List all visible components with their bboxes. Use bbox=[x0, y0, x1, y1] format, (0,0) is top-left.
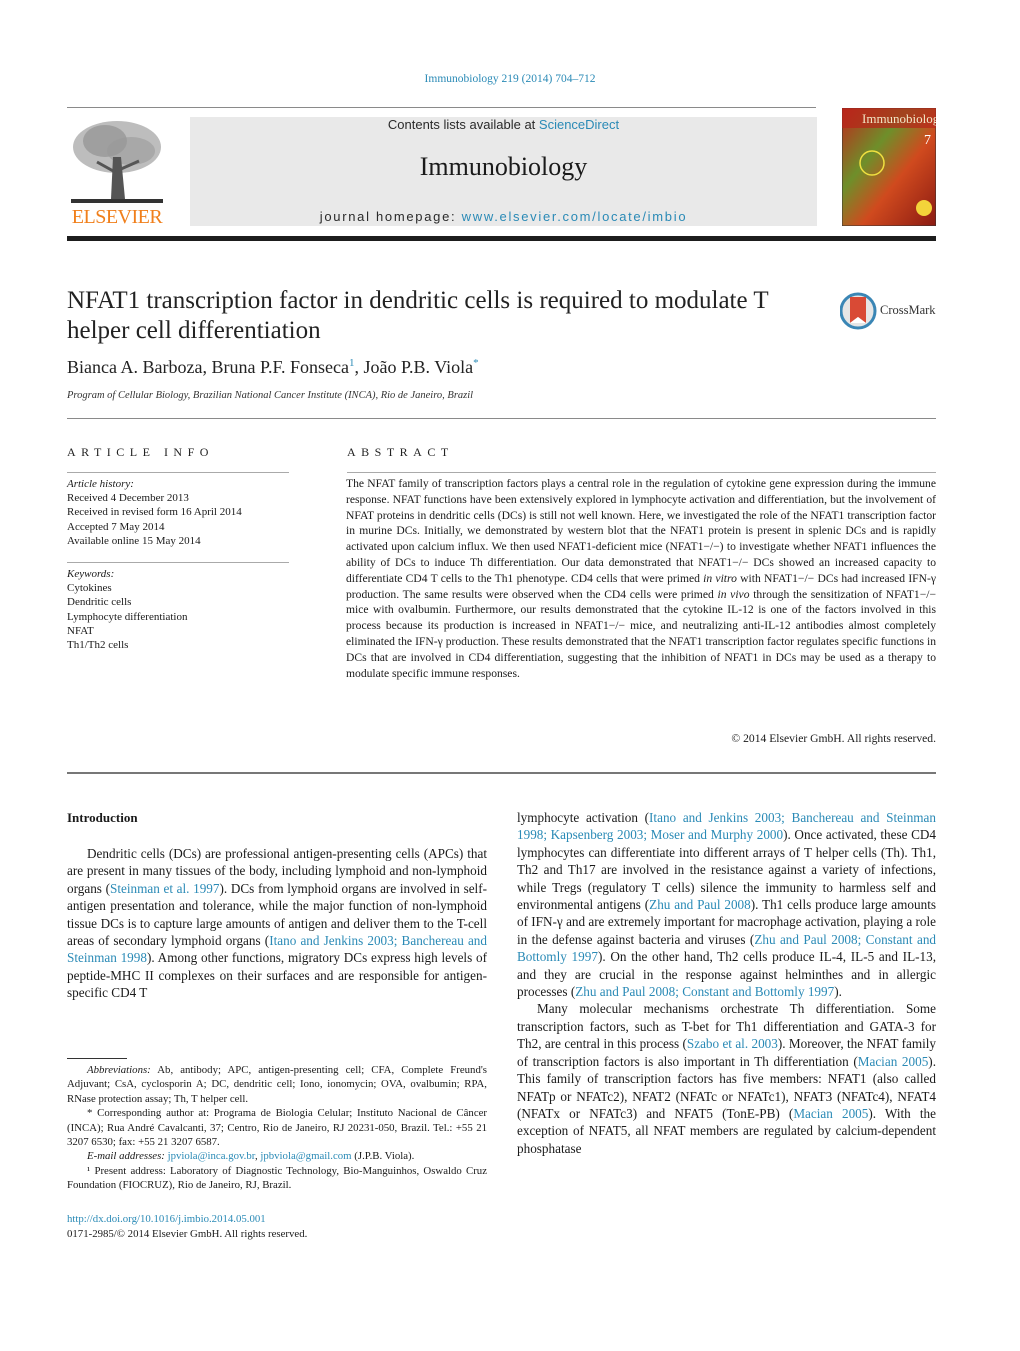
present-address-footnote: ¹ Present address: Laboratory of Diagnos… bbox=[67, 1164, 487, 1192]
footnote-rule bbox=[67, 1058, 127, 1059]
doi-block: http://dx.doi.org/10.1016/j.imbio.2014.0… bbox=[67, 1212, 307, 1241]
affiliation: Program of Cellular Biology, Brazilian N… bbox=[67, 390, 474, 401]
contents-line: Contents lists available at ScienceDirec… bbox=[190, 117, 817, 132]
article-title: NFAT1 transcription factor in dendritic … bbox=[67, 287, 769, 344]
paragraph: lymphocyte activation (Itano and Jenkins… bbox=[517, 809, 936, 1000]
abbreviations-footnote: Abbreviations: Ab, antibody; APC, antige… bbox=[67, 1063, 487, 1106]
homepage-link[interactable]: www.elsevier.com/locate/imbio bbox=[462, 209, 688, 224]
text-run: lymphocyte activation ( bbox=[517, 810, 650, 825]
author-footnote-mark[interactable]: 1 bbox=[349, 357, 355, 369]
contents-prefix: Contents lists available at bbox=[387, 117, 539, 132]
keyword: NFAT bbox=[67, 624, 94, 637]
article-history: Article history: Received 4 December 201… bbox=[67, 477, 242, 548]
doi-link[interactable]: http://dx.doi.org/10.1016/j.imbio.2014.0… bbox=[67, 1212, 307, 1227]
history-item: Received in revised form 16 April 2014 bbox=[67, 506, 242, 519]
author-list: Bianca A. Barboza, Bruna P.F. Fonseca1, … bbox=[67, 357, 479, 377]
journal-reference-link[interactable]: Immunobiology 219 (2014) 704–712 bbox=[0, 73, 1020, 85]
journal-header-box: Contents lists available at ScienceDirec… bbox=[190, 117, 817, 226]
footnotes: Abbreviations: Ab, antibody; APC, antige… bbox=[67, 1063, 487, 1193]
abstract-segment: The NFAT family of transcription factors… bbox=[346, 477, 936, 585]
cover-title: Immunobiology bbox=[862, 111, 936, 126]
email-owner: (J.P.B. Viola). bbox=[351, 1150, 415, 1163]
citation-link[interactable]: Steinman et al. 1997 bbox=[110, 881, 220, 896]
history-item: Available online 15 May 2014 bbox=[67, 534, 201, 547]
abstract-segment: through the sensitization of NFAT1−/− mi… bbox=[346, 587, 937, 680]
author-name[interactable]: Bianca A. Barboza bbox=[67, 357, 202, 377]
header-thick-rule bbox=[67, 236, 936, 241]
history-item: Accepted 7 May 2014 bbox=[67, 520, 165, 533]
homepage-prefix: journal homepage: bbox=[319, 209, 462, 224]
abstract-heading: ABSTRACT bbox=[347, 445, 454, 459]
email-link[interactable]: jpviola@inca.gov.br bbox=[168, 1150, 255, 1162]
section-heading-introduction: Introduction bbox=[67, 810, 138, 825]
paragraph: Dendritic cells (DCs) are professional a… bbox=[67, 845, 487, 1002]
journal-cover-image[interactable]: Immunobiology 7 bbox=[841, 107, 946, 227]
issn-copyright: 0171-2985/© 2014 Elsevier GmbH. All righ… bbox=[67, 1227, 308, 1240]
cover-issue: 7 bbox=[924, 133, 931, 148]
keyword: Lymphocyte differentiation bbox=[67, 610, 188, 623]
divider bbox=[67, 772, 936, 774]
divider bbox=[67, 562, 289, 563]
keyword: Cytokines bbox=[67, 582, 112, 595]
body-column-left: Dendritic cells (DCs) are professional a… bbox=[67, 845, 487, 1002]
citation-link[interactable]: Zhu and Paul 2008 bbox=[649, 897, 751, 912]
paragraph: Many molecular mechanisms orchestrate Th… bbox=[517, 1000, 936, 1157]
journal-name: Immunobiology bbox=[419, 152, 588, 181]
header-rule bbox=[67, 107, 816, 108]
article-info-heading: ARTICLE INFO bbox=[67, 445, 214, 459]
keywords-label: Keywords: bbox=[67, 568, 115, 580]
keyword: Th1/Th2 cells bbox=[67, 639, 129, 652]
divider bbox=[347, 472, 936, 473]
citation-link[interactable]: Zhu and Paul 2008; Constant and Bottomly… bbox=[575, 984, 834, 999]
elsevier-wordmark: ELSEVIER bbox=[71, 206, 163, 228]
corresponding-author-mark[interactable]: * bbox=[473, 357, 479, 369]
keywords: Keywords: Cytokines Dendritic cells Lymp… bbox=[67, 567, 187, 652]
corresponding-footnote: * Corresponding author at: Programa de B… bbox=[67, 1107, 487, 1149]
crossmark-label[interactable]: CrossMark bbox=[880, 303, 936, 318]
body-column-right: lymphocyte activation (Itano and Jenkins… bbox=[517, 809, 936, 1157]
citation-link[interactable]: Szabo et al. 2003 bbox=[687, 1036, 778, 1051]
crossmark-icon bbox=[839, 292, 877, 330]
text-run: ). bbox=[834, 984, 842, 1000]
citation-link[interactable]: Macian 2005 bbox=[793, 1106, 868, 1121]
abstract-italic: in vitro bbox=[703, 571, 737, 585]
citation-link[interactable]: Macian 2005 bbox=[858, 1054, 929, 1069]
history-item: Received 4 December 2013 bbox=[67, 492, 189, 505]
divider bbox=[67, 418, 936, 419]
keyword: Dendritic cells bbox=[67, 596, 132, 609]
sciencedirect-link[interactable]: ScienceDirect bbox=[539, 117, 619, 132]
abstract-copyright: © 2014 Elsevier GmbH. All rights reserve… bbox=[731, 732, 936, 745]
abstract-text: The NFAT family of transcription factors… bbox=[346, 476, 936, 681]
email-label: E-mail addresses: bbox=[87, 1150, 165, 1163]
history-label: Article history: bbox=[67, 478, 134, 490]
email-link[interactable]: jpbviola@gmail.com bbox=[260, 1150, 351, 1162]
homepage-line: journal homepage: www.elsevier.com/locat… bbox=[190, 209, 817, 224]
author-name[interactable]: João P.B. Viola bbox=[364, 357, 474, 377]
abstract-italic: in vivo bbox=[717, 587, 750, 601]
divider bbox=[67, 472, 289, 473]
abbreviations-label: Abbreviations: bbox=[87, 1064, 151, 1076]
email-footnote: E-mail addresses: jpviola@inca.gov.br, j… bbox=[87, 1150, 415, 1163]
author-name[interactable]: Bruna P.F. Fonseca bbox=[211, 357, 349, 377]
